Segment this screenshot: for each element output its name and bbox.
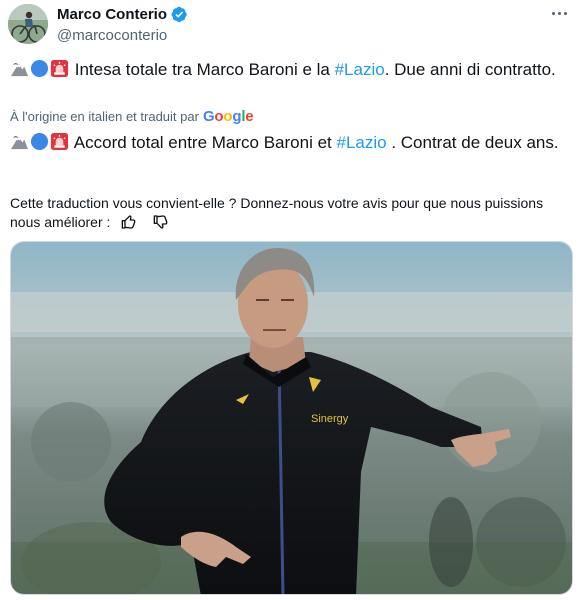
tweet-media-photo[interactable]: Sinergy — [10, 241, 573, 595]
author-handle[interactable]: @marcoconterio — [57, 27, 188, 44]
hashtag-link[interactable]: #Lazio — [336, 133, 386, 152]
tweet-text-original: Intesa totale tra Marco Baroni e la #Laz… — [10, 58, 570, 81]
translation-notice-label: À l'origine en italien et traduit par — [10, 109, 199, 124]
avatar[interactable] — [8, 4, 48, 44]
tweet-text-translated: Accord total entre Marco Baroni et #Lazi… — [10, 131, 570, 154]
original-text-after: . Due anni di contratto. — [384, 60, 556, 79]
translation-feedback: Cette traduction vous convient-elle ? Do… — [10, 194, 570, 232]
mountain-eagle-emoji — [10, 136, 29, 150]
google-logo[interactable]: Google — [203, 108, 254, 125]
translated-text-after: . Contrat de deux ans. — [386, 133, 559, 152]
tweet: Marco Conterio @marcoconterio Intesa tot… — [0, 0, 587, 600]
blue-circle-emoji — [30, 59, 49, 78]
more-options-icon[interactable] — [545, 2, 573, 24]
verified-badge-icon — [171, 6, 187, 22]
author-name[interactable]: Marco Conterio — [57, 6, 167, 23]
blue-circle-emoji — [30, 132, 49, 151]
translated-text-before: Accord total entre Marco Baroni et — [73, 133, 337, 152]
translation-notice: À l'origine en italien et traduit par Go… — [10, 108, 254, 125]
siren-emoji — [50, 59, 69, 78]
jacket-sponsor-text: Sinergy — [311, 413, 349, 425]
feedback-prompt: Cette traduction vous convient-elle ? Do… — [10, 195, 544, 230]
thumbs-down-icon[interactable] — [153, 214, 169, 230]
tweet-author: Marco Conterio @marcoconterio — [57, 5, 188, 44]
original-text-before: Intesa totale tra Marco Baroni e la — [74, 60, 335, 79]
siren-emoji — [50, 132, 69, 151]
mountain-eagle-emoji — [10, 63, 29, 77]
hashtag-link[interactable]: #Lazio — [335, 60, 385, 79]
thumbs-up-icon[interactable] — [121, 214, 137, 230]
